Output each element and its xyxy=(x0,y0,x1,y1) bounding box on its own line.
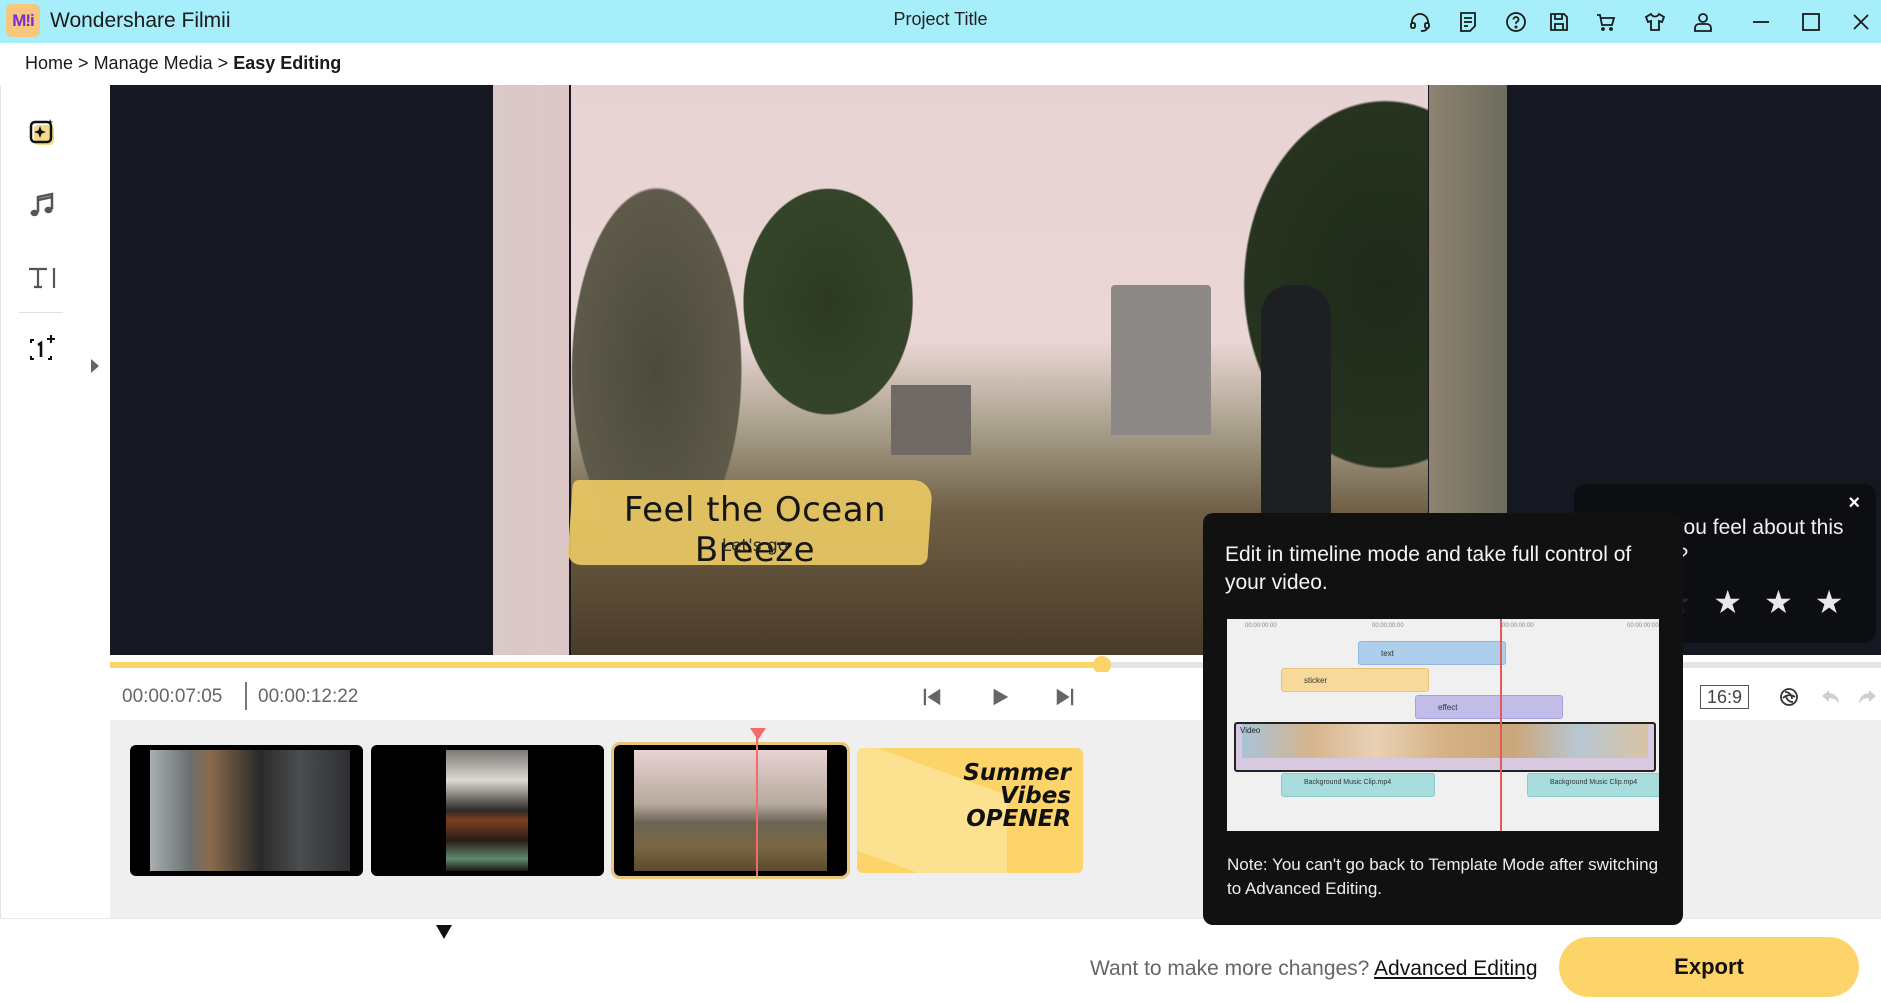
app-name: Wondershare Filmii xyxy=(50,9,231,32)
undo-button[interactable] xyxy=(1817,683,1845,711)
tooltip-note: Note: You can't go back to Template Mode… xyxy=(1227,855,1659,898)
bottom-bar: Want to make more changes? Advanced Edit… xyxy=(0,918,1881,1003)
help-icon[interactable] xyxy=(1501,7,1531,37)
demo-tick: 00:00:00:00 xyxy=(1627,623,1659,629)
export-button[interactable]: Export xyxy=(1559,937,1859,997)
redo-icon xyxy=(1859,690,1876,704)
current-time: 00:00:07:05 xyxy=(122,686,223,707)
caption-subtitle[interactable]: Let's go xyxy=(560,536,950,556)
cemetery-image xyxy=(634,750,827,871)
clip-thumbnail[interactable] xyxy=(371,745,604,876)
total-time: 00:00:12:22 xyxy=(258,686,359,707)
previous-button[interactable] xyxy=(917,682,947,712)
timeline-demo-image: 00:00:00:00 00:00:00:00 00:00:00:00 00:0… xyxy=(1227,619,1659,831)
sidebar-divider xyxy=(19,312,63,313)
redo-button[interactable] xyxy=(1853,683,1881,711)
couple-embrace-image xyxy=(150,750,350,871)
project-title[interactable]: Project Title xyxy=(893,9,987,29)
notes-icon[interactable] xyxy=(1453,7,1483,37)
bookshelf-frame-image xyxy=(446,750,528,871)
breadcrumb: Home > Manage Media > Easy Editing xyxy=(25,53,341,74)
next-button[interactable] xyxy=(1050,682,1080,712)
more-changes-prompt: Want to make more changes? Advanced Edit… xyxy=(1090,957,1538,981)
breadcrumb-manage-media[interactable]: Manage Media xyxy=(94,53,213,73)
preview-gravestone xyxy=(891,385,971,455)
demo-tick: 00:00:00:00 xyxy=(1372,623,1404,629)
rating-close-icon[interactable]: × xyxy=(1848,492,1860,515)
star-icon[interactable]: ★ xyxy=(1764,586,1793,618)
demo-effect-track: effect xyxy=(1415,695,1563,719)
clip-thumbnail[interactable] xyxy=(130,745,363,876)
maximize-icon[interactable] xyxy=(1796,7,1826,37)
demo-video-frames xyxy=(1242,724,1648,758)
star-icon[interactable]: ★ xyxy=(1713,586,1742,618)
clip-thumbnail-selected[interactable] xyxy=(611,742,850,879)
title-bar: M!i Wondershare Filmii Project Title xyxy=(0,0,1881,43)
tshirt-icon[interactable] xyxy=(1640,7,1670,37)
breadcrumb-current: Easy Editing xyxy=(233,53,342,73)
tooltip-title: Edit in timeline mode and take full cont… xyxy=(1225,543,1632,594)
progress-fill xyxy=(110,662,1102,668)
play-button[interactable] xyxy=(985,682,1015,712)
aspect-ratio-button[interactable]: 16:9 xyxy=(1700,685,1750,709)
skip-forward-icon xyxy=(1056,688,1074,706)
time-separator xyxy=(245,682,247,710)
star-icon[interactable]: ★ xyxy=(1815,586,1844,618)
filters-icon xyxy=(1780,688,1798,706)
tooltip-arrow xyxy=(436,925,452,939)
undo-icon xyxy=(1822,690,1839,704)
crop-style-button[interactable] xyxy=(1775,683,1803,711)
breadcrumb-home[interactable]: Home xyxy=(25,53,73,73)
demo-text-track: text xyxy=(1358,641,1506,665)
more-changes-text: Want to make more changes? xyxy=(1090,957,1370,980)
demo-audio-track: Background Music Clip.mp4 xyxy=(1281,773,1435,797)
app-logo: M!i xyxy=(6,4,40,37)
music-note-icon xyxy=(30,192,54,217)
sidebar-item-add-media[interactable] xyxy=(23,329,63,369)
sidebar xyxy=(0,85,110,918)
preview-mausoleum xyxy=(1111,285,1211,435)
text-icon xyxy=(29,267,56,289)
advanced-editing-link[interactable]: Advanced Editing xyxy=(1374,957,1537,980)
clip-thumbnail-opener[interactable]: Summer Vibes OPENER xyxy=(857,748,1083,873)
playhead-marker[interactable] xyxy=(750,728,766,740)
demo-video-track: Video xyxy=(1234,722,1656,772)
headset-icon[interactable] xyxy=(1405,7,1435,37)
minimize-icon[interactable] xyxy=(1746,7,1776,37)
advanced-editing-tooltip: Edit in timeline mode and take full cont… xyxy=(1203,513,1683,925)
caption-title[interactable]: Feel the Ocean Breeze xyxy=(560,490,950,570)
account-icon[interactable] xyxy=(1688,7,1718,37)
save-icon[interactable] xyxy=(1544,7,1574,37)
opener-title: Summer Vibes OPENER xyxy=(963,760,1071,832)
demo-tick: 00:00:00:00 xyxy=(1245,623,1277,629)
demo-playhead xyxy=(1500,619,1502,831)
play-icon xyxy=(993,688,1009,706)
add-clip-icon xyxy=(30,335,55,360)
close-icon[interactable] xyxy=(1846,7,1876,37)
sidebar-item-text[interactable] xyxy=(23,257,63,297)
cart-icon[interactable] xyxy=(1591,7,1621,37)
sidebar-expand-icon[interactable] xyxy=(91,359,99,373)
playhead-line xyxy=(756,734,758,876)
demo-tick: 00:00:00:00 xyxy=(1502,623,1534,629)
demo-sticker-track: sticker xyxy=(1281,668,1429,692)
skip-back-icon xyxy=(923,688,941,706)
breadcrumb-separator: > xyxy=(217,53,229,73)
demo-audio-track: Background Music Clip.mp4 xyxy=(1527,773,1659,797)
demo-video-label: Video xyxy=(1240,726,1261,735)
sidebar-item-music[interactable] xyxy=(23,185,63,225)
sidebar-item-templates[interactable] xyxy=(23,113,63,153)
sparkle-frame-icon xyxy=(29,119,54,145)
breadcrumb-separator: > xyxy=(78,53,89,73)
